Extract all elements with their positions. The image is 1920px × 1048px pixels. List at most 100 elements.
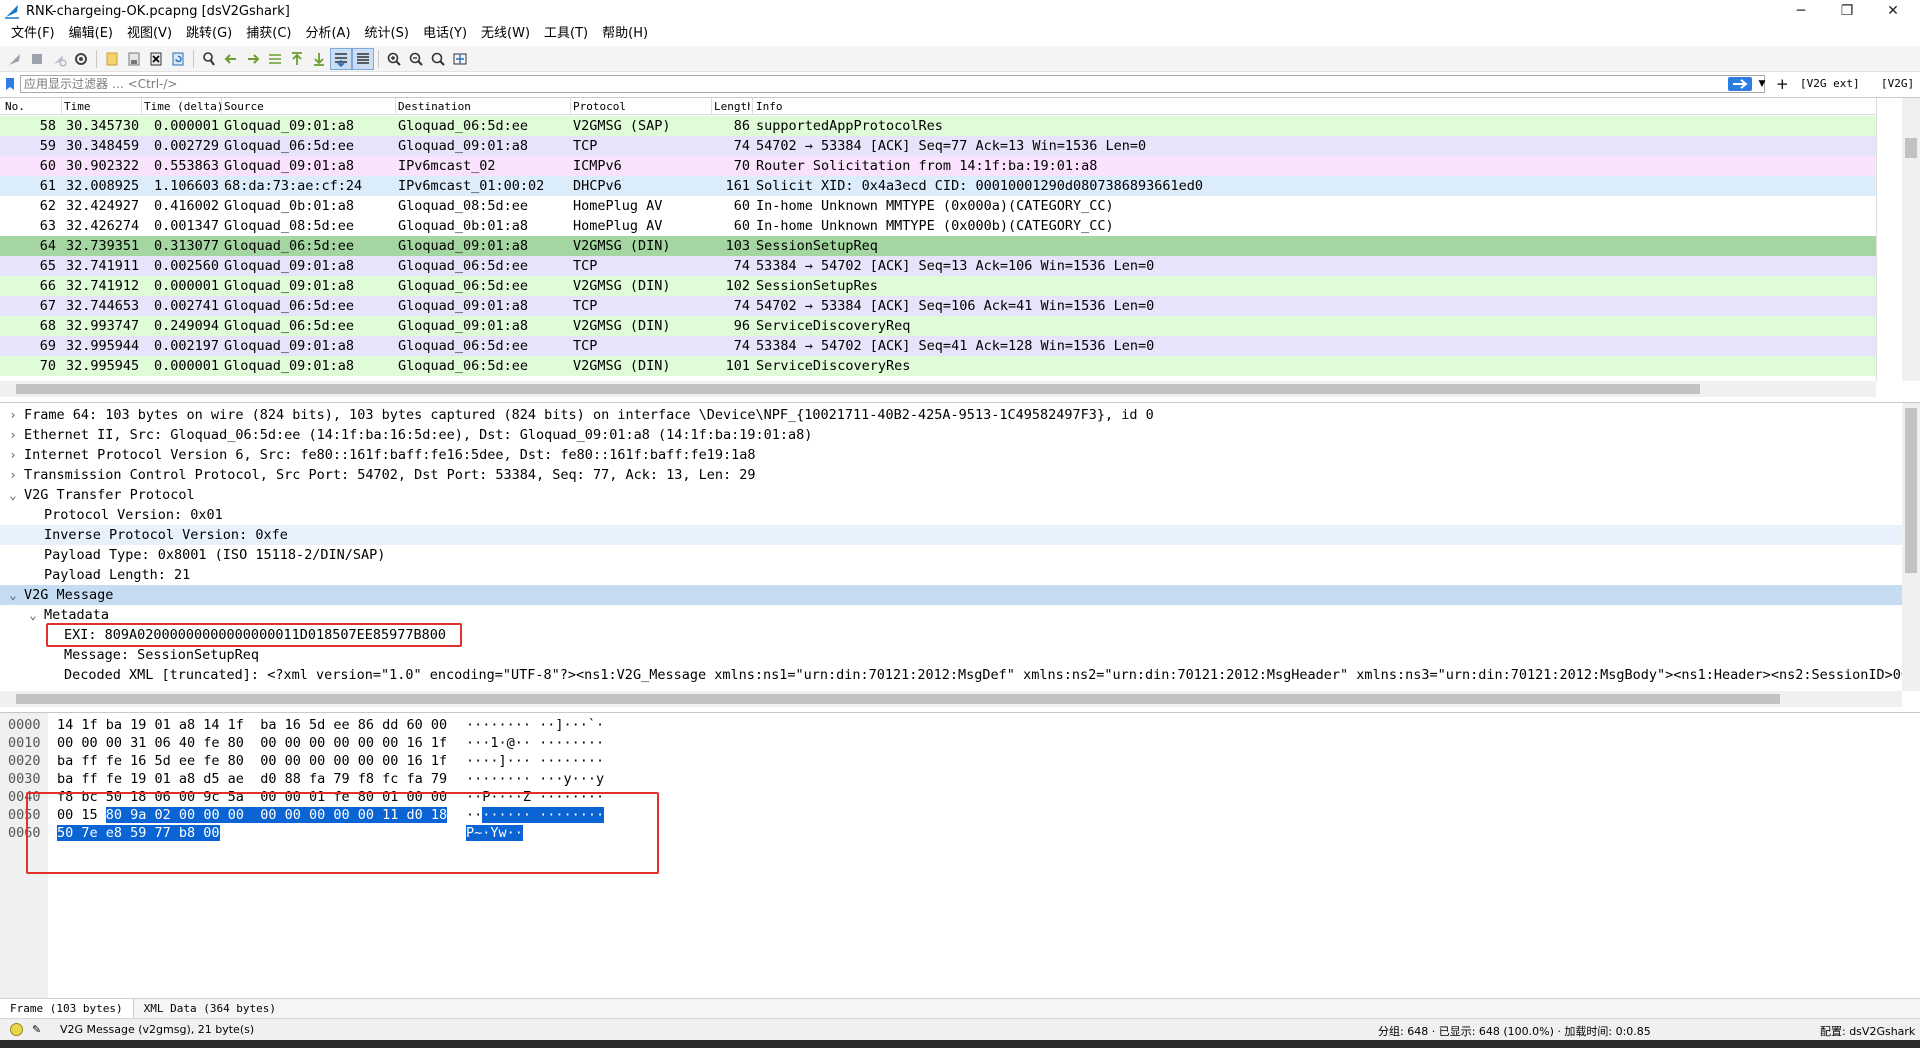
packet-row[interactable]: 68 32.993747 0.249094 Gloquad_06:5d:ee Gloqu… [0,316,1876,336]
packet-minimap[interactable] [1876,98,1902,381]
details-vscrollbar[interactable] [1902,403,1920,691]
menu-analyze[interactable]: 分析(A) [298,23,357,45]
packet-row[interactable]: 67 32.744653 0.002741 Gloquad_06:5d:ee Gloqu… [0,296,1876,316]
go-to-packet-button[interactable] [264,48,286,70]
details-tree-row[interactable]: Payload Length: 21 [0,565,1902,585]
packet-list-hscrollbar[interactable] [0,381,1876,397]
chevron-right-icon[interactable]: › [6,405,20,425]
menu-file[interactable]: 文件(F) [4,23,62,45]
column-header-protocol[interactable]: Protocol [573,100,626,113]
go-forward-button[interactable] [242,48,264,70]
hex-row[interactable]: 0030 ba ff fe 19 01 a8 d5 ae d0 88 fa 79 … [0,770,700,788]
zoom-normal-button[interactable] [427,48,449,70]
column-header-no[interactable]: No. [5,100,25,113]
details-tree-row[interactable]: › Internet Protocol Version 6, Src: fe80:… [0,445,1902,465]
restart-capture-button[interactable] [48,48,70,70]
menu-wireless[interactable]: 无线(W) [474,23,537,45]
details-tree-row[interactable]: Inverse Protocol Version: 0xfe [0,525,1902,545]
packet-list-vscrollbar[interactable] [1902,98,1920,381]
packet-row[interactable]: 63 32.426274 0.001347 Gloquad_08:5d:ee Gloqu… [0,216,1876,236]
first-packet-button[interactable] [286,48,308,70]
details-tree-row[interactable]: › Frame 64: 103 bytes on wire (824 bits),… [0,405,1902,425]
go-back-button[interactable] [220,48,242,70]
filter-bookmark-button[interactable] [2,75,18,93]
packet-row[interactable]: 61 32.008925 1.106603 68:da:73:ae:cf:24 IPv6… [0,176,1876,196]
column-header-length[interactable]: Length [714,100,750,113]
details-tree-row[interactable]: Protocol Version: 0x01 [0,505,1902,525]
filter-button-v2g[interactable]: [V2G] [1881,77,1914,90]
details-tree-row[interactable]: ⌄ Metadata [0,605,1902,625]
packet-row[interactable]: 62 32.424927 0.416002 Gloquad_0b:01:a8 Gloqu… [0,196,1876,216]
menu-help[interactable]: 帮助(H) [595,23,655,45]
chevron-right-icon[interactable]: › [6,445,20,465]
details-tree-row[interactable]: ⌄ V2G Transfer Protocol [0,485,1902,505]
scrollbar-thumb[interactable] [1905,138,1917,158]
details-tree-row[interactable]: Message: SessionSetupReq [0,645,1902,665]
hex-row[interactable]: 0000 14 1f ba 19 01 a8 14 1f ba 16 5d ee … [0,716,700,734]
find-packet-button[interactable] [198,48,220,70]
menu-telephony[interactable]: 电话(Y) [416,23,474,45]
packet-row[interactable]: 59 30.348459 0.002729 Gloquad_06:5d:ee Gloqu… [0,136,1876,156]
edit-comment-icon[interactable]: ✎ [32,1023,41,1036]
close-file-button[interactable] [145,48,167,70]
status-profile[interactable]: 配置: dsV2Gshark [1820,1023,1915,1039]
column-header-time[interactable]: Time [64,100,91,113]
menu-view[interactable]: 视图(V) [120,23,179,45]
zoom-out-button[interactable] [405,48,427,70]
filter-history-dropdown[interactable]: ▼ [1756,76,1768,92]
menu-edit[interactable]: 编辑(E) [62,23,120,45]
add-filter-button[interactable]: + [1776,75,1789,93]
packet-row[interactable]: 65 32.741911 0.002560 Gloquad_09:01:a8 Gloqu… [0,256,1876,276]
packet-row[interactable]: 66 32.741912 0.000001 Gloquad_09:01:a8 Gloqu… [0,276,1876,296]
packet-row[interactable]: 60 30.902322 0.553863 Gloquad_09:01:a8 IPv6m… [0,156,1876,176]
minimize-button[interactable]: ─ [1778,0,1824,22]
last-packet-button[interactable] [308,48,330,70]
chevron-down-icon[interactable]: ⌄ [26,605,40,625]
restore-button[interactable]: ❐ [1824,0,1870,22]
menu-capture[interactable]: 捕获(C) [239,23,298,45]
scrollbar-thumb[interactable] [16,384,1700,394]
details-tree-row[interactable]: › Ethernet II, Src: Gloquad_06:5d:ee (14:… [0,425,1902,445]
save-file-button[interactable] [123,48,145,70]
apply-filter-button[interactable] [1728,77,1752,91]
chevron-right-icon[interactable]: › [6,425,20,445]
details-tree-row[interactable]: Decoded XML [truncated]: <?xml version="… [0,665,1920,685]
packet-row[interactable]: 70 32.995945 0.000001 Gloquad_09:01:a8 Gloqu… [0,356,1876,376]
packet-row[interactable]: 69 32.995944 0.002197 Gloquad_09:01:a8 Gloqu… [0,336,1876,356]
chevron-right-icon[interactable]: › [6,465,20,485]
capture-options-button[interactable] [70,48,92,70]
details-tree-row[interactable]: ⌄ V2G Message [0,585,1902,605]
zoom-in-button[interactable] [383,48,405,70]
menu-tools[interactable]: 工具(T) [537,23,595,45]
details-tree-row[interactable]: Payload Type: 0x8001 (ISO 15118-2/DIN/SA… [0,545,1902,565]
scrollbar-thumb[interactable] [1905,408,1917,573]
hex-row[interactable]: 0010 00 00 00 31 06 40 fe 80 00 00 00 00 … [0,734,700,752]
chevron-down-icon[interactable]: ⌄ [6,485,20,505]
resize-columns-button[interactable] [449,48,471,70]
column-header-info[interactable]: Info [756,100,783,113]
tab-frame[interactable]: Frame (103 bytes) [0,999,134,1018]
packet-row[interactable]: 58 30.345730 0.000001 Gloquad_09:01:a8 Gloqu… [0,116,1876,136]
display-filter-input[interactable] [20,75,1765,93]
filter-button-v2g-ext[interactable]: [V2G ext] [1800,77,1860,90]
details-hscrollbar[interactable] [0,691,1902,707]
chevron-down-icon[interactable]: ⌄ [6,585,20,605]
stop-capture-button[interactable] [26,48,48,70]
open-file-button[interactable] [101,48,123,70]
menu-go[interactable]: 跳转(G) [179,23,239,45]
colorize-button[interactable] [352,47,374,70]
menu-statistics[interactable]: 统计(S) [358,23,416,45]
reload-file-button[interactable] [167,48,189,70]
column-header-source[interactable]: Source [224,100,264,113]
packet-row-selected[interactable]: 64 32.739351 0.313077 Gloquad_06:5d:ee Gloqu… [0,236,1876,256]
hex-row[interactable]: 0020 ba ff fe 16 5d ee fe 80 00 00 00 00 … [0,752,700,770]
expert-info-icon[interactable] [10,1023,23,1036]
column-header-time-delta[interactable]: Time (delta) [144,100,223,113]
autoscroll-button[interactable] [330,47,352,70]
start-capture-button[interactable] [4,48,26,70]
tab-xml-data[interactable]: XML Data (364 bytes) [134,999,286,1018]
column-header-destination[interactable]: Destination [398,100,471,113]
scrollbar-thumb[interactable] [16,694,1780,704]
close-button[interactable]: ✕ [1870,0,1916,22]
details-tree-row[interactable]: › Transmission Control Protocol, Src Port… [0,465,1902,485]
